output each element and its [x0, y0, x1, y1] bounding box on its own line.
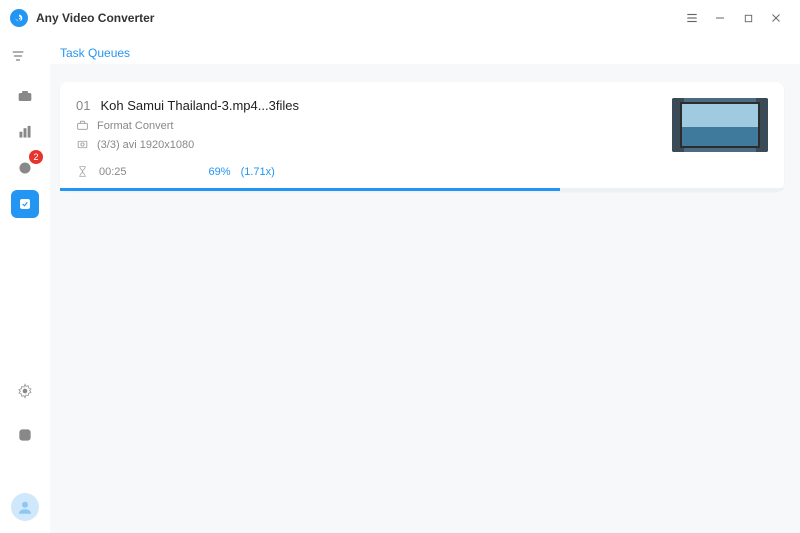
svg-text:?: ? — [23, 431, 27, 440]
sidebar-item-downloads[interactable]: 2 — [11, 154, 39, 182]
settings-icon[interactable] — [11, 377, 39, 405]
task-status-row: 00:25 69% (1.71x) — [76, 151, 768, 188]
task-index: 01 — [76, 98, 90, 113]
sidebar-item-stats[interactable] — [11, 118, 39, 146]
task-details-row: (3/3) avi 1920x1080 — [76, 138, 768, 151]
titlebar: Any Video Converter — [0, 0, 800, 36]
main-area: 01 Koh Samui Thailand-3.mp4...3files For… — [50, 64, 800, 533]
filter-icon[interactable] — [4, 44, 32, 68]
app-logo — [10, 9, 28, 27]
task-details: (3/3) avi 1920x1080 — [97, 139, 194, 151]
task-elapsed: 00:25 — [99, 166, 127, 178]
help-icon[interactable]: ? — [11, 421, 39, 449]
avatar[interactable] — [11, 493, 39, 521]
app-title: Any Video Converter — [36, 11, 154, 25]
task-operation-row: Format Convert — [76, 119, 768, 132]
menu-button[interactable] — [678, 4, 706, 32]
task-operation: Format Convert — [97, 120, 173, 132]
downloads-badge: 2 — [29, 150, 43, 164]
task-card[interactable]: 01 Koh Samui Thailand-3.mp4...3files For… — [60, 82, 784, 191]
task-filename: Koh Samui Thailand-3.mp4...3files — [100, 98, 298, 113]
minimize-button[interactable] — [706, 4, 734, 32]
tab-task-queues[interactable]: Task Queues — [60, 46, 130, 60]
maximize-button[interactable] — [734, 4, 762, 32]
tabbar: Task Queues — [50, 36, 800, 64]
task-speed: (1.71x) — [241, 166, 275, 178]
task-percent: 69% — [209, 166, 231, 178]
task-progress — [60, 188, 784, 191]
hourglass-icon — [76, 165, 89, 178]
sidebar-item-tasks[interactable] — [11, 190, 39, 218]
task-progress-bar — [60, 188, 560, 191]
task-thumbnail — [672, 98, 768, 152]
sidebar-item-toolbox[interactable] — [11, 82, 39, 110]
close-button[interactable] — [762, 4, 790, 32]
sidebar: 2 ? — [0, 36, 50, 533]
